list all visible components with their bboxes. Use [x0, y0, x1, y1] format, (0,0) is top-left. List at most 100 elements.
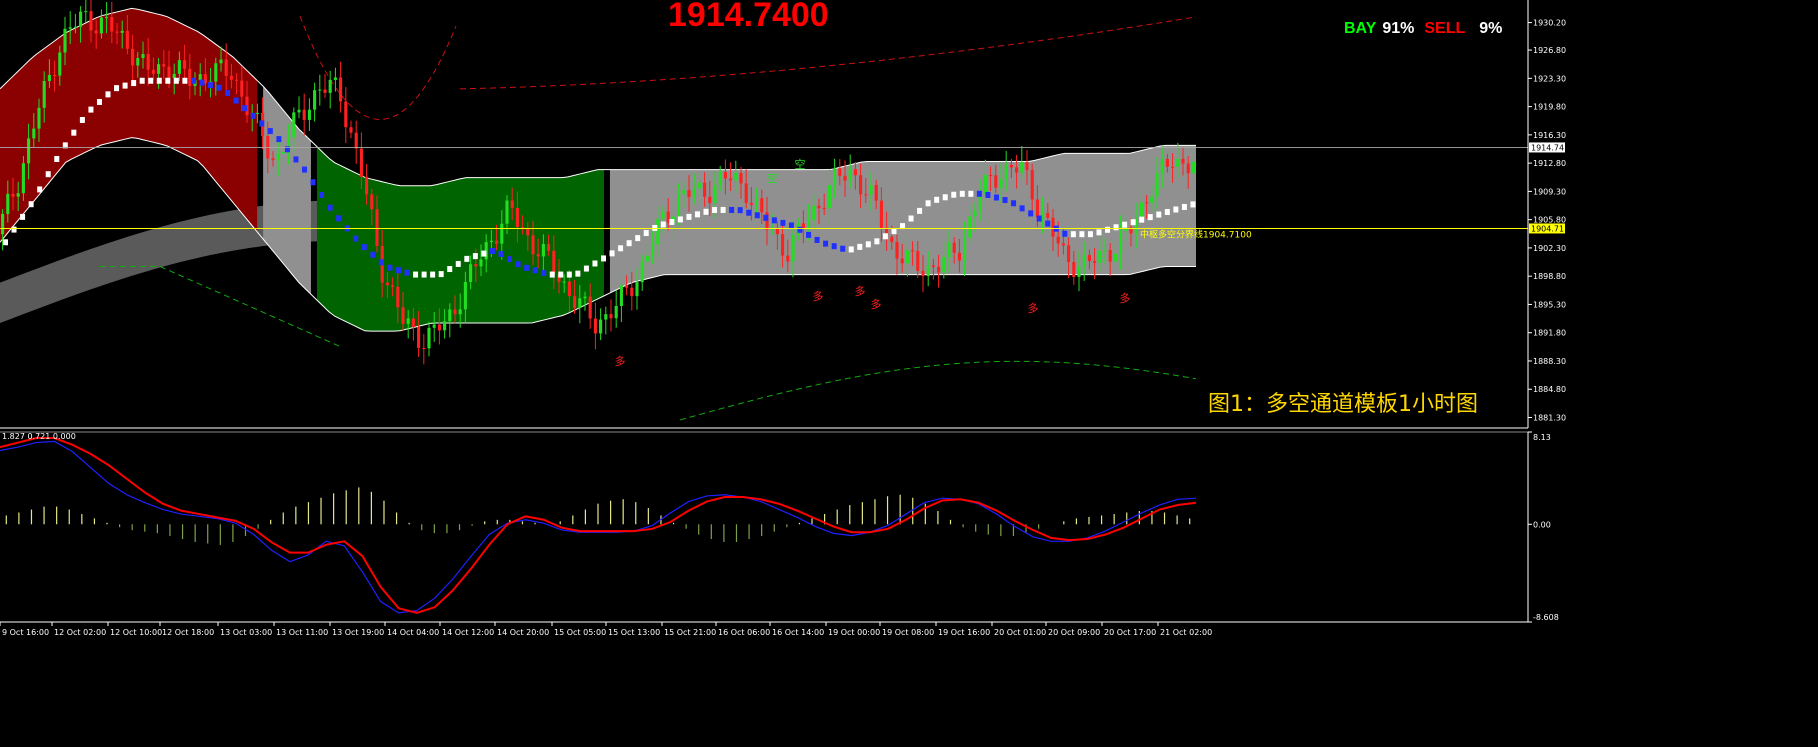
candle-body[interactable]: [895, 242, 899, 259]
candle-body[interactable]: [271, 158, 275, 161]
candle-body[interactable]: [562, 281, 566, 283]
candle-body[interactable]: [276, 153, 280, 161]
candle-body[interactable]: [567, 281, 571, 297]
candle-body[interactable]: [1015, 167, 1019, 173]
candle-body[interactable]: [526, 228, 530, 236]
candle-body[interactable]: [500, 223, 504, 244]
candle-body[interactable]: [739, 173, 743, 184]
candle-body[interactable]: [84, 11, 88, 13]
candle-body[interactable]: [448, 309, 452, 322]
candle-body[interactable]: [552, 250, 556, 274]
candle-body[interactable]: [983, 174, 987, 195]
candle-body[interactable]: [229, 75, 233, 80]
candle-body[interactable]: [734, 173, 738, 181]
candle-body[interactable]: [110, 17, 114, 32]
candle-body[interactable]: [411, 318, 415, 328]
candle-body[interactable]: [583, 296, 587, 299]
candle-body[interactable]: [853, 169, 857, 176]
candle-body[interactable]: [635, 282, 639, 297]
candle-body[interactable]: [656, 218, 660, 245]
candle-body[interactable]: [640, 261, 644, 283]
candle-body[interactable]: [687, 190, 691, 198]
candle-body[interactable]: [63, 28, 67, 53]
candle-body[interactable]: [224, 59, 228, 76]
candle-body[interactable]: [775, 228, 779, 235]
candle-body[interactable]: [214, 63, 218, 82]
candle-body[interactable]: [183, 60, 187, 69]
candle-body[interactable]: [73, 26, 77, 28]
candle-body[interactable]: [422, 347, 426, 349]
candle-body[interactable]: [1171, 166, 1175, 168]
candle-body[interactable]: [645, 255, 649, 262]
candle-body[interactable]: [281, 152, 285, 154]
candle-body[interactable]: [515, 207, 519, 228]
candle-body[interactable]: [957, 252, 961, 261]
candle-body[interactable]: [1056, 236, 1060, 244]
candle-body[interactable]: [370, 194, 374, 210]
candle-body[interactable]: [547, 244, 551, 251]
candle-body[interactable]: [167, 66, 171, 79]
candle-body[interactable]: [604, 314, 608, 320]
candle-body[interactable]: [822, 208, 826, 210]
candle-body[interactable]: [328, 79, 332, 93]
candle-body[interactable]: [188, 68, 192, 86]
candle-body[interactable]: [791, 234, 795, 262]
candle-body[interactable]: [812, 205, 816, 221]
candle-body[interactable]: [926, 265, 930, 277]
candle-body[interactable]: [359, 148, 363, 177]
candle-body[interactable]: [1072, 262, 1076, 277]
candle-body[interactable]: [718, 171, 722, 186]
candle-body[interactable]: [749, 202, 753, 205]
candle-body[interactable]: [1191, 161, 1195, 174]
candle-body[interactable]: [68, 27, 72, 29]
candle-body[interactable]: [921, 270, 925, 277]
candle-body[interactable]: [682, 190, 686, 194]
candle-body[interactable]: [968, 216, 972, 238]
candle-body[interactable]: [417, 327, 421, 348]
candle-body[interactable]: [1181, 158, 1185, 164]
candle-body[interactable]: [443, 321, 447, 331]
candle-body[interactable]: [427, 327, 431, 349]
candle-body[interactable]: [1087, 255, 1091, 262]
candle-body[interactable]: [994, 175, 998, 188]
candle-body[interactable]: [781, 234, 785, 256]
oscillator-pane[interactable]: [0, 437, 1197, 614]
candle-body[interactable]: [859, 175, 863, 195]
candle-body[interactable]: [463, 281, 467, 310]
candle-body[interactable]: [396, 286, 400, 308]
candle-body[interactable]: [973, 210, 977, 217]
candle-body[interactable]: [458, 309, 462, 315]
candle-body[interactable]: [942, 257, 946, 273]
candle-body[interactable]: [177, 60, 181, 74]
candle-body[interactable]: [136, 58, 140, 66]
candle-body[interactable]: [333, 77, 337, 80]
candle-body[interactable]: [339, 77, 343, 102]
candle-body[interactable]: [651, 244, 655, 256]
candle-body[interactable]: [58, 52, 62, 76]
candle-body[interactable]: [864, 194, 868, 196]
candle-body[interactable]: [1176, 158, 1180, 167]
candle-body[interactable]: [1093, 261, 1097, 263]
candle-body[interactable]: [609, 314, 613, 319]
candle-body[interactable]: [344, 101, 348, 128]
candle-body[interactable]: [1119, 231, 1123, 254]
candle-body[interactable]: [1082, 255, 1086, 268]
candle-body[interactable]: [1150, 196, 1154, 203]
candle-body[interactable]: [911, 250, 915, 252]
candle-body[interactable]: [630, 287, 634, 297]
candle-body[interactable]: [614, 305, 618, 319]
candle-body[interactable]: [755, 198, 759, 205]
candle-body[interactable]: [453, 309, 457, 315]
candle-body[interactable]: [1098, 250, 1102, 263]
candle-body[interactable]: [843, 175, 847, 181]
candle-body[interactable]: [385, 282, 389, 286]
candle-body[interactable]: [89, 11, 93, 31]
candle-body[interactable]: [827, 185, 831, 209]
candle-body[interactable]: [292, 112, 296, 138]
candle-body[interactable]: [47, 74, 51, 82]
candle-body[interactable]: [406, 318, 410, 324]
candle-body[interactable]: [99, 17, 103, 34]
candle-body[interactable]: [146, 54, 150, 70]
candle-body[interactable]: [1020, 162, 1024, 173]
candle-body[interactable]: [760, 198, 764, 213]
